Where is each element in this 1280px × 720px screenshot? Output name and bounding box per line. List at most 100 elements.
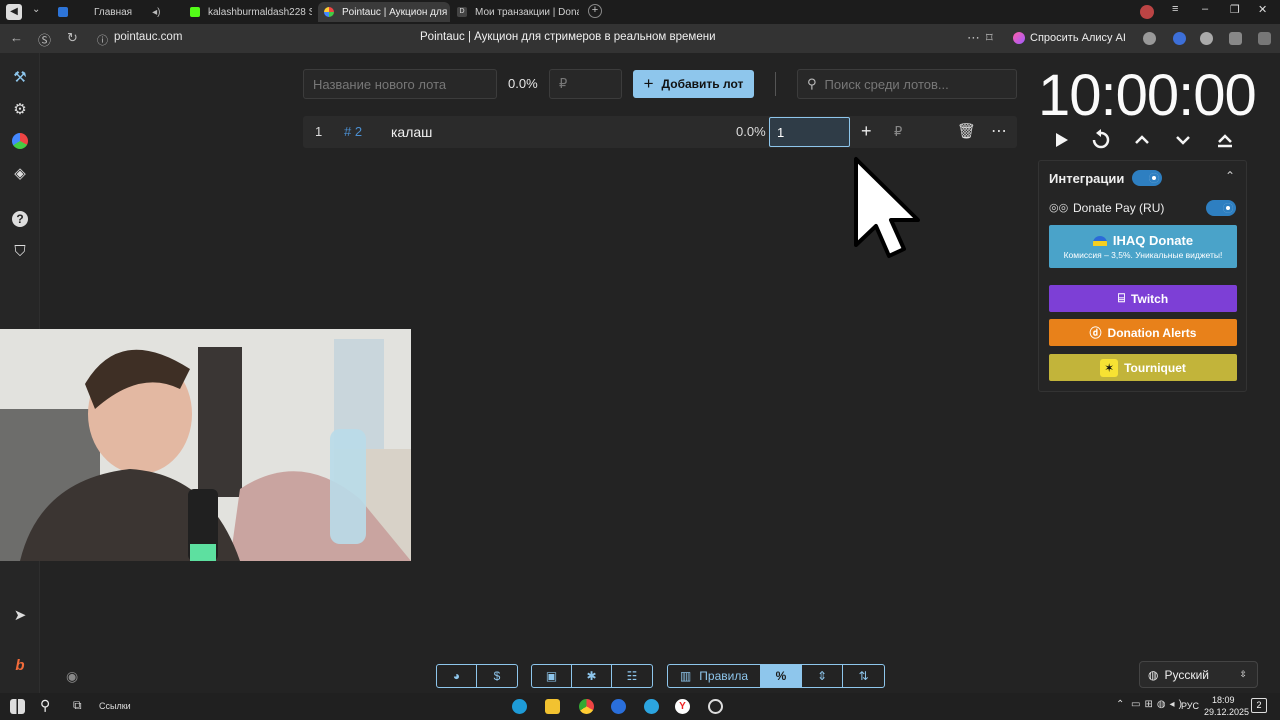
new-lot-amount-input[interactable]: ₽: [549, 69, 622, 99]
hide-eye-icon[interactable]: ◉: [66, 668, 78, 685]
rules-icon: ▥: [679, 669, 692, 683]
divider: [775, 72, 776, 96]
shield-icon[interactable]: ⛉: [10, 241, 30, 261]
lot-search-input[interactable]: ⚲ Поиск среди лотов...: [797, 69, 1017, 99]
collapse-chevron-up-icon[interactable]: ⌃: [1225, 169, 1235, 183]
percent-toggle-button[interactable]: %: [761, 665, 802, 687]
webcam-image: [0, 329, 411, 561]
reset-timer-icon[interactable]: [1089, 128, 1113, 152]
help-icon[interactable]: ?: [10, 209, 30, 229]
telegram-icon[interactable]: ➤: [10, 605, 30, 625]
browser-tab-strip: ◀ ⌄ Главная ◂) kalashburmaldash228 Stre …: [0, 0, 1280, 24]
mute-icon[interactable]: ◂): [152, 7, 160, 18]
more-options-icon[interactable]: ⋯: [967, 30, 980, 46]
tray-chevron-up-icon[interactable]: ⌃: [1116, 699, 1124, 710]
lot-amount-input[interactable]: 1: [769, 117, 850, 147]
page-title: Pointauc | Аукцион для стримеров в реаль…: [420, 31, 716, 43]
tab-donate-transactions[interactable]: D Мои транзакции | Donate: [457, 2, 579, 22]
extension-vk-icon[interactable]: [1173, 32, 1186, 45]
clear-lots-icon[interactable]: ☷: [612, 665, 652, 687]
wheel-chart-icon[interactable]: [10, 131, 30, 151]
tab-pointauc[interactable]: Pointauc | Аукцион для ст ✕: [318, 2, 450, 22]
notifications-button[interactable]: 2: [1251, 698, 1267, 713]
auction-hammer-icon[interactable]: ⚒: [10, 67, 30, 87]
profile-avatar[interactable]: [1140, 5, 1154, 19]
minimize-icon[interactable]: –: [1202, 3, 1208, 15]
site-info-icon[interactable]: ⓘ: [97, 32, 108, 48]
tourniquet-button[interactable]: ✶ Tourniquet: [1049, 354, 1237, 381]
ihaq-donate-button[interactable]: IHAQ Donate Комиссия – 3,5%. Уникальные …: [1049, 225, 1237, 268]
rules-button[interactable]: ▥ Правила: [668, 665, 761, 687]
donate-dollar-icon[interactable]: $: [477, 665, 517, 687]
donate-pay-toggle[interactable]: [1206, 200, 1236, 216]
decrease-time-icon[interactable]: [1171, 128, 1195, 152]
download-icon[interactable]: [1258, 32, 1271, 45]
keyboard-language-indicator[interactable]: РУС: [1181, 701, 1199, 711]
donation-alerts-button[interactable]: ⓓ Donation Alerts: [1049, 319, 1237, 346]
media-play-icon[interactable]: [1200, 32, 1213, 45]
save-icon[interactable]: ▣: [532, 665, 572, 687]
back-icon[interactable]: ←: [10, 30, 23, 45]
app-checkmark-icon[interactable]: [611, 699, 626, 714]
ask-alice-button[interactable]: Спросить Алису AI: [1009, 28, 1134, 48]
github-icon[interactable]: ◕: [437, 665, 477, 687]
tray-icons[interactable]: ▭⊞◍◂): [1131, 699, 1186, 710]
add-lot-button[interactable]: + Добавить лот: [633, 70, 754, 98]
tabs-menu-chevron-icon[interactable]: ⌄: [32, 4, 40, 15]
tab-home[interactable]: Главная ◂): [58, 2, 168, 22]
close-window-icon[interactable]: ✕: [1258, 3, 1267, 16]
sound-menu-button[interactable]: ◀: [6, 4, 22, 20]
alice-icon: [1013, 32, 1025, 44]
tab-kick-stream[interactable]: kalashburmaldash228 Stre: [190, 2, 312, 22]
new-lot-name-input[interactable]: Название нового лота: [303, 69, 497, 99]
delete-lot-trash-icon[interactable]: 🗑: [957, 122, 976, 140]
lot-name[interactable]: калаш: [391, 124, 432, 140]
ihaq-label: IHAQ Donate: [1112, 233, 1194, 248]
yandex-icon[interactable]: Ⓢ: [38, 30, 51, 49]
compact-view-icon[interactable]: ⇕: [802, 665, 843, 687]
ask-alice-label: Спросить Алису AI: [1030, 32, 1126, 44]
view-toolbar-group: ▥ Правила % ⇕ ⇅: [667, 664, 885, 688]
restore-icon[interactable]: ❐: [1230, 3, 1240, 16]
start-icon[interactable]: [10, 699, 25, 714]
task-view-icon[interactable]: ⧉: [73, 698, 82, 713]
globe-icon[interactable]: [1143, 32, 1156, 45]
bug-report-icon[interactable]: ✱: [572, 665, 612, 687]
url-field[interactable]: pointauc.com: [114, 31, 182, 43]
file-explorer-icon[interactable]: [545, 699, 560, 714]
new-tab-button[interactable]: +: [588, 4, 602, 18]
edge-icon[interactable]: [512, 699, 527, 714]
language-select[interactable]: ◍ Русский ⇳: [1139, 661, 1258, 688]
mouse-cursor-icon: [854, 157, 920, 258]
lot-more-options-icon[interactable]: ⋯: [991, 121, 1007, 141]
clock-time[interactable]: 18:09: [1212, 695, 1235, 705]
reload-icon[interactable]: ↻: [67, 30, 78, 46]
clock-date[interactable]: 29.12.2025: [1204, 707, 1249, 717]
layers-icon[interactable]: ◈: [10, 163, 30, 183]
add-amount-plus-icon[interactable]: +: [861, 121, 872, 142]
telegram-taskbar-icon[interactable]: [644, 699, 659, 714]
integrations-toggle[interactable]: [1132, 170, 1162, 186]
webcam-overlay: [0, 329, 411, 561]
links-toolbar-label[interactable]: Ссылки: [99, 701, 131, 711]
yandex-browser-icon[interactable]: Y: [675, 699, 690, 714]
search-icon[interactable]: ⚲: [40, 697, 50, 714]
lot-row[interactable]: 1 # 2 калаш 0.0% 1 + ₽ 🗑 ⋯: [303, 116, 1017, 148]
auction-timer: 10:00:00: [1038, 63, 1257, 128]
obs-icon[interactable]: [708, 699, 723, 714]
collections-icon[interactable]: [1229, 32, 1242, 45]
windows-taskbar: ⚲ ⧉ Ссылки Y ⌃ ▭⊞◍◂) РУС 18:09 29.12.202…: [0, 693, 1280, 720]
boosty-icon[interactable]: b: [10, 655, 30, 675]
settings-gear-icon[interactable]: ⚙: [10, 99, 30, 119]
ihaq-icon: [1092, 235, 1107, 246]
bookmark-icon[interactable]: ⌑: [986, 30, 993, 46]
set-max-time-icon[interactable]: [1213, 128, 1237, 152]
donation-alerts-label: Donation Alerts: [1107, 325, 1197, 340]
chrome-icon[interactable]: [579, 699, 594, 714]
play-icon[interactable]: [1049, 128, 1073, 152]
increase-time-icon[interactable]: [1130, 128, 1154, 152]
menu-icon[interactable]: ≡: [1172, 3, 1178, 15]
sort-icon[interactable]: ⇅: [843, 665, 884, 687]
twitch-button[interactable]: ⌸ Twitch: [1049, 285, 1237, 312]
select-arrows-icon: ⇳: [1239, 669, 1247, 679]
